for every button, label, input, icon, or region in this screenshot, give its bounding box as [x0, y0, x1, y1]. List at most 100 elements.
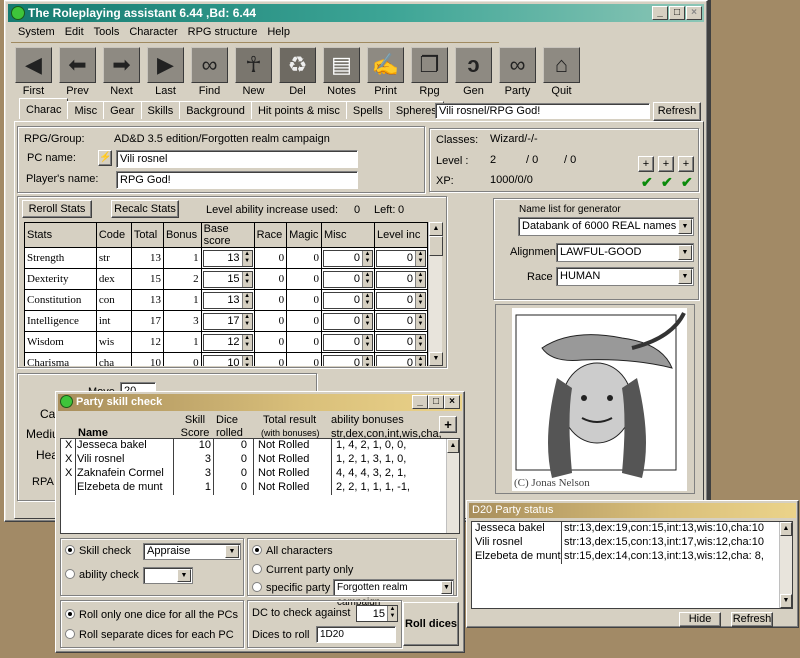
- stat-misc-spinner[interactable]: 0 ▲ ▼: [322, 312, 373, 330]
- ability-select[interactable]: ▼: [143, 567, 193, 584]
- refresh-status-button[interactable]: Refresh: [731, 612, 773, 627]
- tab-background[interactable]: Background: [179, 101, 252, 119]
- tab-charac[interactable]: Charac: [19, 98, 69, 119]
- scroll-thumb[interactable]: [429, 236, 443, 256]
- toolbar-last-button[interactable]: ▶ Last: [147, 47, 184, 97]
- stat-level-inc-spinner[interactable]: 0 ▲ ▼: [376, 354, 426, 366]
- tab-gear[interactable]: Gear: [103, 101, 142, 119]
- roll-separate-radio[interactable]: Roll separate dices for each PC: [65, 629, 234, 641]
- close-button[interactable]: ×: [444, 395, 460, 409]
- menu-character[interactable]: Character: [124, 23, 182, 41]
- toolbar-print-button[interactable]: ✍ Print: [367, 47, 404, 97]
- scroll-down-arrow[interactable]: ▼: [429, 352, 443, 366]
- spin-arrows-icon[interactable]: ▲ ▼: [415, 355, 425, 366]
- specific-party-radio[interactable]: specific party: [252, 582, 330, 594]
- stat-base-score-spinner[interactable]: 13 ▲ ▼: [202, 249, 253, 267]
- stat-base-score-spinner[interactable]: 12 ▲ ▼: [202, 333, 253, 351]
- stat-level-inc-spinner[interactable]: 0 ▲ ▼: [376, 270, 426, 288]
- spin-arrows-icon[interactable]: ▲ ▼: [241, 313, 252, 329]
- spin-arrows-icon[interactable]: ▲ ▼: [241, 250, 252, 266]
- namelist-select[interactable]: Databank of 6000 REAL names ▼: [518, 217, 694, 236]
- party-status-row[interactable]: Elzebeta de munt str:15,dex:14,con:13,int…: [472, 550, 792, 564]
- party-status-row[interactable]: Jesseca bakel str:13,dex:19,con:15,int:13…: [472, 522, 792, 536]
- spin-arrows-icon[interactable]: ▲ ▼: [415, 292, 425, 308]
- menu-tools[interactable]: Tools: [89, 23, 125, 41]
- spin-arrows-icon[interactable]: ▲ ▼: [361, 355, 372, 366]
- roll-one-dice-radio[interactable]: Roll only one dice for all the PCs: [65, 609, 238, 621]
- maximize-button[interactable]: □: [428, 395, 444, 409]
- scroll-down-arrow[interactable]: ▼: [780, 594, 792, 608]
- spin-arrows-icon[interactable]: ▲ ▼: [241, 355, 252, 366]
- menu-system[interactable]: System: [13, 23, 60, 41]
- party-member-row[interactable]: Elzebeta de munt 1 0 Not Rolled 2, 2, 1, 1, …: [61, 481, 459, 495]
- menu-help[interactable]: Help: [262, 23, 295, 41]
- minimize-button[interactable]: _: [652, 6, 668, 20]
- stat-misc-spinner[interactable]: 0 ▲ ▼: [322, 291, 373, 309]
- spin-arrows-icon[interactable]: ▲ ▼: [241, 334, 252, 350]
- party-status-row[interactable]: Vili rosnel str:13,dex:15,con:13,int:17,w…: [472, 536, 792, 550]
- skill-select[interactable]: Appraise ▼: [143, 543, 241, 560]
- scroll-up-arrow[interactable]: ▲: [780, 522, 792, 536]
- dices-input[interactable]: 1D20: [316, 626, 396, 643]
- roll-dices-button[interactable]: Roll dices: [403, 602, 459, 646]
- specific-party-select[interactable]: Forgotten realm campaign ▼: [333, 579, 454, 608]
- add-button[interactable]: +: [439, 416, 457, 433]
- spin-arrows-icon[interactable]: ▲ ▼: [241, 271, 252, 287]
- toolbar-rpg-button[interactable]: ❐ Rpg: [411, 47, 448, 97]
- stat-base-score-spinner[interactable]: 10 ▲ ▼: [202, 354, 253, 366]
- stat-misc-spinner[interactable]: 0 ▲ ▼: [322, 249, 373, 267]
- maximize-button[interactable]: □: [669, 6, 685, 20]
- menu-rpg-structure[interactable]: RPG structure: [183, 23, 263, 41]
- recalc-stats-button[interactable]: Recalc Stats: [111, 200, 179, 218]
- scroll-up-arrow[interactable]: ▲: [429, 222, 443, 236]
- stat-base-score-spinner[interactable]: 13 ▲ ▼: [202, 291, 253, 309]
- spin-arrows-icon[interactable]: ▲ ▼: [361, 334, 372, 350]
- spin-arrows-icon[interactable]: ▲ ▼: [241, 292, 252, 308]
- stat-base-score-spinner[interactable]: 15 ▲ ▼: [202, 270, 253, 288]
- lightning-generate-icon[interactable]: ⚡: [98, 150, 112, 166]
- scroll-up-arrow[interactable]: ▲: [447, 439, 459, 453]
- spin-arrows-icon[interactable]: ▲ ▼: [361, 313, 372, 329]
- all-characters-radio[interactable]: All characters: [252, 545, 333, 557]
- party-member-row[interactable]: X Jesseca bakel 10 0 Not Rolled 1, 4, 2, 1, 0…: [61, 439, 459, 453]
- level-up-class-3-button[interactable]: +: [678, 156, 694, 172]
- toolbar-next-button[interactable]: ➡ Next: [103, 47, 140, 97]
- ability-check-radio[interactable]: ability check: [65, 569, 139, 581]
- level-up-class-2-button[interactable]: +: [658, 156, 674, 172]
- toolbar-find-button[interactable]: ∞ Find: [191, 47, 228, 97]
- toolbar-prev-button[interactable]: ⬅ Prev: [59, 47, 96, 97]
- party-list-scrollbar[interactable]: ▲: [446, 439, 459, 533]
- party-member-row[interactable]: X Zaknafein Cormel 3 0 Not Rolled 4, 4, 4, 3,…: [61, 467, 459, 481]
- toolbar-gen-button[interactable]: ↄ Gen: [455, 47, 492, 97]
- spin-arrows-icon[interactable]: ▲ ▼: [415, 313, 425, 329]
- toolbar-first-button[interactable]: ◀ First: [15, 47, 52, 97]
- dc-spinner[interactable]: 15 ▲ ▼: [356, 605, 398, 622]
- party-status-scrollbar[interactable]: ▲ ▼: [779, 522, 792, 608]
- player-name-input[interactable]: RPG God!: [116, 171, 358, 189]
- stat-misc-spinner[interactable]: 0 ▲ ▼: [322, 354, 373, 366]
- spin-arrows-icon[interactable]: ▲ ▼: [361, 250, 372, 266]
- tab-skills[interactable]: Skills: [140, 101, 181, 119]
- race-select[interactable]: HUMAN ▼: [556, 267, 694, 286]
- current-party-radio[interactable]: Current party only: [252, 564, 353, 576]
- hide-button[interactable]: Hide: [679, 612, 721, 627]
- character-portrait[interactable]: (C) Jonas Nelson: [512, 308, 687, 491]
- stat-level-inc-spinner[interactable]: 0 ▲ ▼: [376, 291, 426, 309]
- skill-check-radio[interactable]: Skill check: [65, 545, 131, 557]
- reroll-stats-button[interactable]: Reroll Stats: [22, 200, 92, 218]
- stat-misc-spinner[interactable]: 0 ▲ ▼: [322, 270, 373, 288]
- close-button[interactable]: ×: [686, 6, 702, 20]
- stats-scrollbar[interactable]: ▲ ▼: [428, 222, 443, 366]
- stat-base-score-spinner[interactable]: 17 ▲ ▼: [202, 312, 253, 330]
- toolbar-notes-button[interactable]: ▤ Notes: [323, 47, 360, 97]
- spin-arrows-icon[interactable]: ▲ ▼: [387, 606, 397, 621]
- tab-hit-points[interactable]: Hit points & misc: [250, 101, 347, 119]
- stat-level-inc-spinner[interactable]: 0 ▲ ▼: [376, 333, 426, 351]
- party-member-row[interactable]: X Vili rosnel 3 0 Not Rolled 1, 2, 1, 3, 1, 0…: [61, 453, 459, 467]
- stat-level-inc-spinner[interactable]: 0 ▲ ▼: [376, 312, 426, 330]
- refresh-button[interactable]: Refresh: [653, 102, 701, 121]
- toolbar-del-button[interactable]: ♻ Del: [279, 47, 316, 97]
- tab-misc[interactable]: Misc: [67, 101, 105, 119]
- minimize-button[interactable]: _: [412, 395, 428, 409]
- toolbar-new-button[interactable]: ☥ New: [235, 47, 272, 97]
